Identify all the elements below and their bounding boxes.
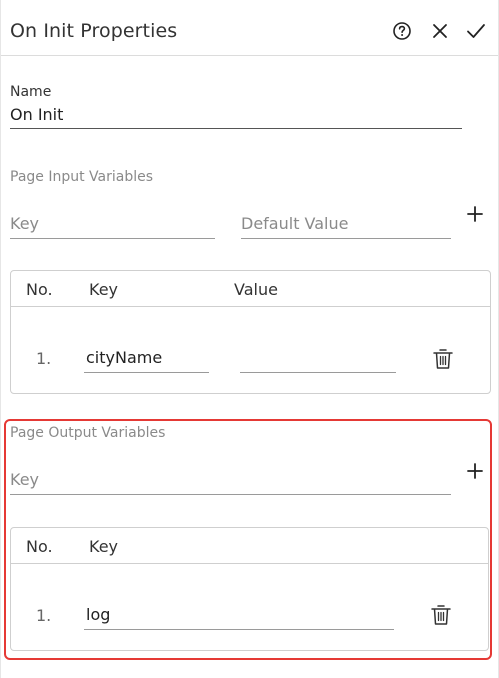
highlight-box [4,419,492,660]
add-input-variable-plus-icon[interactable] [466,205,486,225]
input-key-field[interactable] [10,214,215,239]
delete-row-trash-icon[interactable] [432,347,454,371]
check-icon[interactable] [465,20,487,42]
column-header-key: Key [89,280,119,299]
row-number: 1. [36,349,52,368]
row-value-input[interactable] [240,348,396,367]
page-input-variables-label: Page Input Variables [10,169,154,185]
input-table-header: No. Key Value [11,271,490,307]
row-key-input[interactable] [84,348,209,367]
column-header-value: Value [234,280,278,299]
column-header-no: No. [26,280,53,299]
name-field[interactable] [10,105,462,129]
help-circle-icon[interactable] [391,20,413,42]
properties-panel: On Init Properties Name Page Input Varia… [0,0,499,678]
row-value-field[interactable] [240,348,396,373]
close-icon[interactable] [429,20,451,42]
row-key-field[interactable] [84,348,209,373]
default-value-input[interactable] [241,214,451,233]
input-key-input[interactable] [10,214,215,233]
default-value-field[interactable] [241,214,451,239]
name-input[interactable] [10,105,462,124]
panel-title: On Init Properties [10,20,178,42]
input-variables-table: No. Key Value 1. [10,270,491,394]
panel-header: On Init Properties [1,0,498,56]
name-label: Name [10,84,52,100]
